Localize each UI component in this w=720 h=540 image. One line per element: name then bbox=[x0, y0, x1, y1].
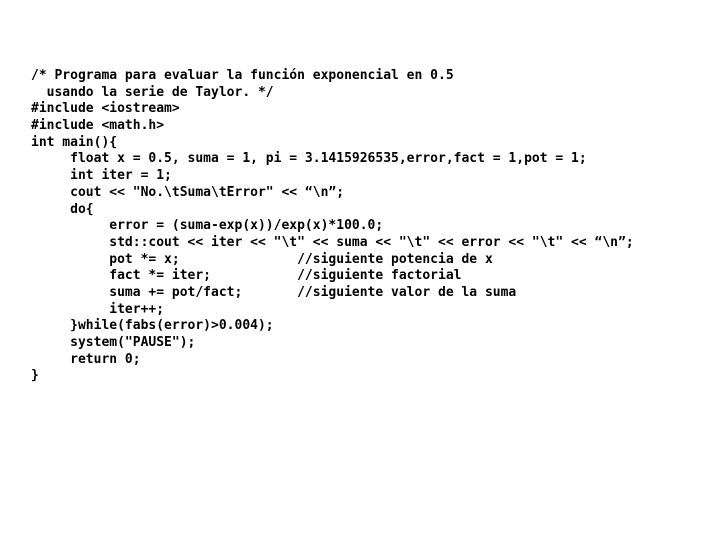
code-line: /* Programa para evaluar la función expo… bbox=[31, 68, 454, 83]
code-line: int iter = 1; bbox=[31, 168, 172, 184]
code-line: iter++; bbox=[31, 301, 165, 317]
code-line: do{ bbox=[31, 201, 94, 217]
code-line: return 0; bbox=[31, 351, 141, 367]
code-line: #include <iostream> bbox=[31, 101, 180, 117]
code-line: fact *= iter; //siguiente factorial bbox=[31, 268, 462, 284]
code-line: pot *= x; //siguiente potencia de x bbox=[31, 251, 493, 267]
code-line: error = (suma-exp(x))/exp(x)*100.0; bbox=[31, 218, 384, 234]
code-line: int main(){ bbox=[31, 134, 118, 150]
code-listing: /* Programa para evaluar la función expo… bbox=[31, 68, 711, 385]
code-line: #include <math.h> bbox=[31, 118, 165, 134]
code-line: usando la serie de Taylor. */ bbox=[31, 84, 274, 100]
code-line: }while(fabs(error)>0.004); bbox=[31, 318, 274, 334]
code-line: system("PAUSE"); bbox=[31, 335, 196, 350]
code-line: std::cout << iter << "\t" << suma << "\t… bbox=[31, 234, 634, 250]
code-line: } bbox=[31, 368, 39, 384]
code-line: suma += pot/fact; //siguiente valor de l… bbox=[31, 284, 517, 300]
code-line: float x = 0.5, suma = 1, pi = 3.14159265… bbox=[31, 151, 587, 167]
code-line: cout << "No.\tSuma\tError" << “\n”; bbox=[31, 184, 345, 200]
